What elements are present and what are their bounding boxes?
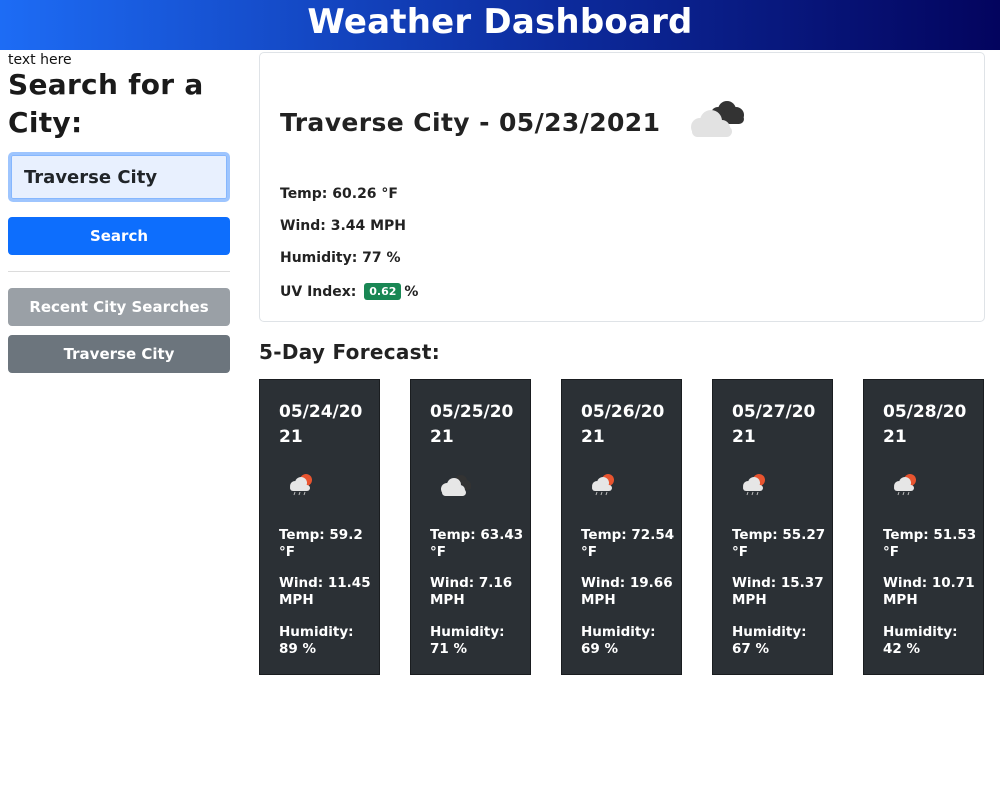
forecast-heading: 5-Day Forecast: [259,340,441,364]
forecast-wind: Wind: 11.45 MPH [279,575,371,608]
forecast-date: 05/26/2021 [581,402,665,447]
forecast-humidity: Humidity: 71 % [430,624,505,657]
current-humidity: Humidity: 77 % [280,250,401,266]
sidebar-divider [8,271,230,272]
uv-unit: % [404,284,419,300]
current-wind: Wind: 3.44 MPH [280,218,407,234]
history-city-button[interactable]: Traverse City [8,335,230,373]
search-heading: Search for a City: [8,68,204,139]
forecast-wind: Wind: 7.16 MPH [430,575,513,608]
rain-sun-icon [286,472,316,500]
forecast-card: 05/27/2021 Temp: 55.27 °F Wind: 15.37 MP… [712,379,833,675]
sidebar: text here Search for a City: Search Rece… [8,52,230,373]
uv-label: UV Index: [280,284,357,300]
forecast-card: 05/24/2021 Temp: 59.2 °F Wind: 11.45 MPH… [259,379,380,675]
forecast-row: 05/24/2021 Temp: 59.2 °F Wind: 11.45 MPH… [259,379,985,675]
city-search-input[interactable] [8,152,230,202]
recent-searches-button[interactable]: Recent City Searches [8,288,230,326]
search-button[interactable]: Search [8,217,230,255]
forecast-card: 05/28/2021 Temp: 51.53 °F Wind: 10.71 MP… [863,379,984,675]
forecast-humidity: Humidity: 89 % [279,624,354,657]
current-temp: Temp: 60.26 °F [280,186,398,202]
forecast-date: 05/25/2021 [430,402,514,447]
forecast-humidity: Humidity: 67 % [732,624,807,657]
forecast-temp: Temp: 59.2 °F [279,527,363,560]
forecast-wind: Wind: 15.37 MPH [732,575,824,608]
forecast-card: 05/26/2021 Temp: 72.54 °F Wind: 19.66 MP… [561,379,682,675]
forecast-temp: Temp: 72.54 °F [581,527,675,560]
forecast-date: 05/24/2021 [279,402,363,447]
page-title: Weather Dashboard [307,2,693,42]
forecast-wind: Wind: 10.71 MPH [883,575,975,608]
rain-sun-icon [588,472,618,500]
cloudy-icon [680,93,750,147]
forecast-humidity: Humidity: 69 % [581,624,656,657]
forecast-date: 05/27/2021 [732,402,816,447]
forecast-temp: Temp: 63.43 °F [430,527,524,560]
forecast-card: 05/25/2021 Temp: 63.43 °F Wind: 7.16 MPH… [410,379,531,675]
rain-sun-icon [890,472,920,500]
forecast-temp: Temp: 51.53 °F [883,527,977,560]
rain-sun-icon [739,472,769,500]
page-header: Weather Dashboard [0,0,1000,50]
current-city-date: Traverse City - 05/23/2021 [280,107,661,137]
uv-index-badge: 0.62 [364,283,402,300]
forecast-humidity: Humidity: 42 % [883,624,958,657]
current-weather-card: Traverse City - 05/23/2021 Temp: 60.26 °… [259,52,985,322]
forecast-wind: Wind: 19.66 MPH [581,575,673,608]
forecast-temp: Temp: 55.27 °F [732,527,826,560]
forecast-date: 05/28/2021 [883,402,967,447]
cloudy-icon [437,472,473,502]
current-uv: UV Index: 0.62% [280,283,418,300]
